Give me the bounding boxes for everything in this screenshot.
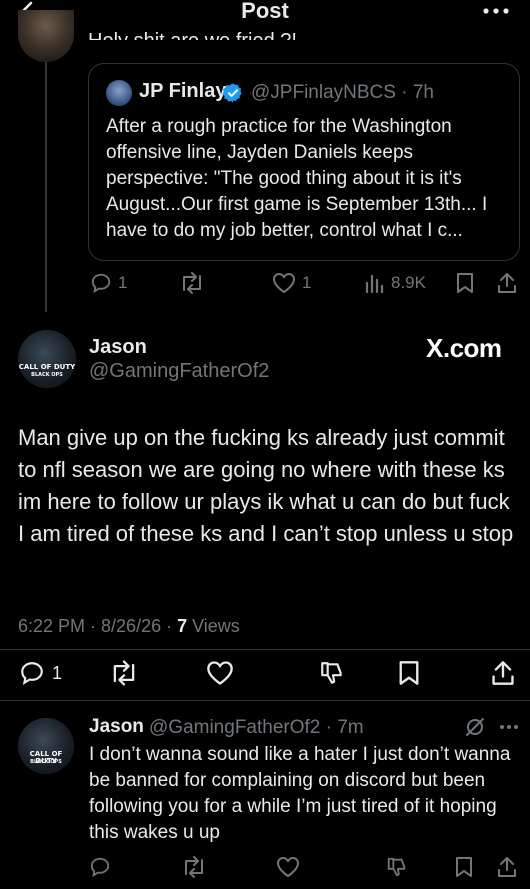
post-time-date: 6:22 PM · 8/26/26 · <box>18 616 178 636</box>
main-share-icon[interactable] <box>490 660 516 686</box>
prev-views-count: 8.9K <box>391 273 426 292</box>
grok-icon[interactable] <box>464 716 486 738</box>
reply-more-icon[interactable] <box>499 724 519 730</box>
prev-share-icon[interactable] <box>496 272 518 294</box>
prev-like-count: 1 <box>302 273 312 292</box>
reply-dislike-icon[interactable] <box>386 856 408 878</box>
main-like-icon[interactable] <box>206 660 234 686</box>
reply-share-icon[interactable] <box>496 856 518 878</box>
main-reply-button[interactable]: 1 <box>18 660 62 686</box>
post-views-label: Views <box>187 616 240 636</box>
reply-repost-icon[interactable] <box>180 856 208 878</box>
reply-handle-time: @GamingFatherOf2 · 7m <box>149 717 364 738</box>
quoted-post[interactable]: JP Finlay @JPFinlayNBCS · 7h After a rou… <box>88 63 520 261</box>
header-bar: Post <box>0 0 530 28</box>
divider-bottom <box>0 700 530 701</box>
main-author-handle[interactable]: @GamingFatherOf2 <box>89 360 269 383</box>
prev-reply-button[interactable]: 1 <box>90 272 127 294</box>
main-bookmark-icon[interactable] <box>398 660 420 686</box>
more-icon[interactable] <box>482 6 510 16</box>
quote-handle-time: @JPFinlayNBCS · 7h <box>251 82 434 103</box>
reply-avatar-text-2: BLACK OPS <box>30 759 62 765</box>
avatar-text-1: CALL OF DUTY <box>18 363 76 371</box>
quote-text: After a rough practice for the Washingto… <box>106 116 488 241</box>
page-title: Post <box>241 0 289 23</box>
post-meta: 6:22 PM · 8/26/26 · 7 Views <box>18 616 240 637</box>
main-repost-icon[interactable] <box>108 660 140 686</box>
prev-like-button[interactable]: 1 <box>272 272 311 294</box>
prev-bookmark-icon[interactable] <box>456 272 474 294</box>
reply-like-icon[interactable] <box>276 856 300 878</box>
main-author-name[interactable]: Jason <box>89 336 147 359</box>
main-post-text: Man give up on the fucking ks already ju… <box>18 425 514 546</box>
main-author-avatar[interactable]: CALL OF DUTY BLACK OPS <box>18 330 76 388</box>
main-reply-count: 1 <box>52 662 63 683</box>
reply-author-name[interactable]: Jason <box>89 716 144 738</box>
verified-icon <box>222 82 244 104</box>
reply-bookmark-icon[interactable] <box>455 856 473 878</box>
prev-views-button[interactable]: 8.9K <box>365 272 426 294</box>
reply-reply-icon[interactable] <box>89 856 111 878</box>
main-dislike-icon[interactable] <box>318 660 346 686</box>
prev-reply-count: 1 <box>118 273 128 292</box>
reply-author-avatar[interactable]: CALL OF DUTY BLACK OPS <box>18 718 74 774</box>
reply-text: I don’t wanna sound like a hater I just … <box>89 744 511 843</box>
prev-post-text: Holy shit are we fried ?! <box>88 26 297 40</box>
post-views-count: 7 <box>177 616 188 636</box>
avatar-text-2: BLACK OPS <box>31 372 63 378</box>
prev-post-avatar[interactable] <box>18 10 74 62</box>
divider-top <box>0 649 530 650</box>
quote-avatar <box>106 80 132 106</box>
prev-repost-icon[interactable] <box>178 272 206 294</box>
thread-line <box>45 62 47 312</box>
quote-author-name: JP Finlay <box>139 80 227 102</box>
xcom-watermark: X.com <box>426 333 502 363</box>
